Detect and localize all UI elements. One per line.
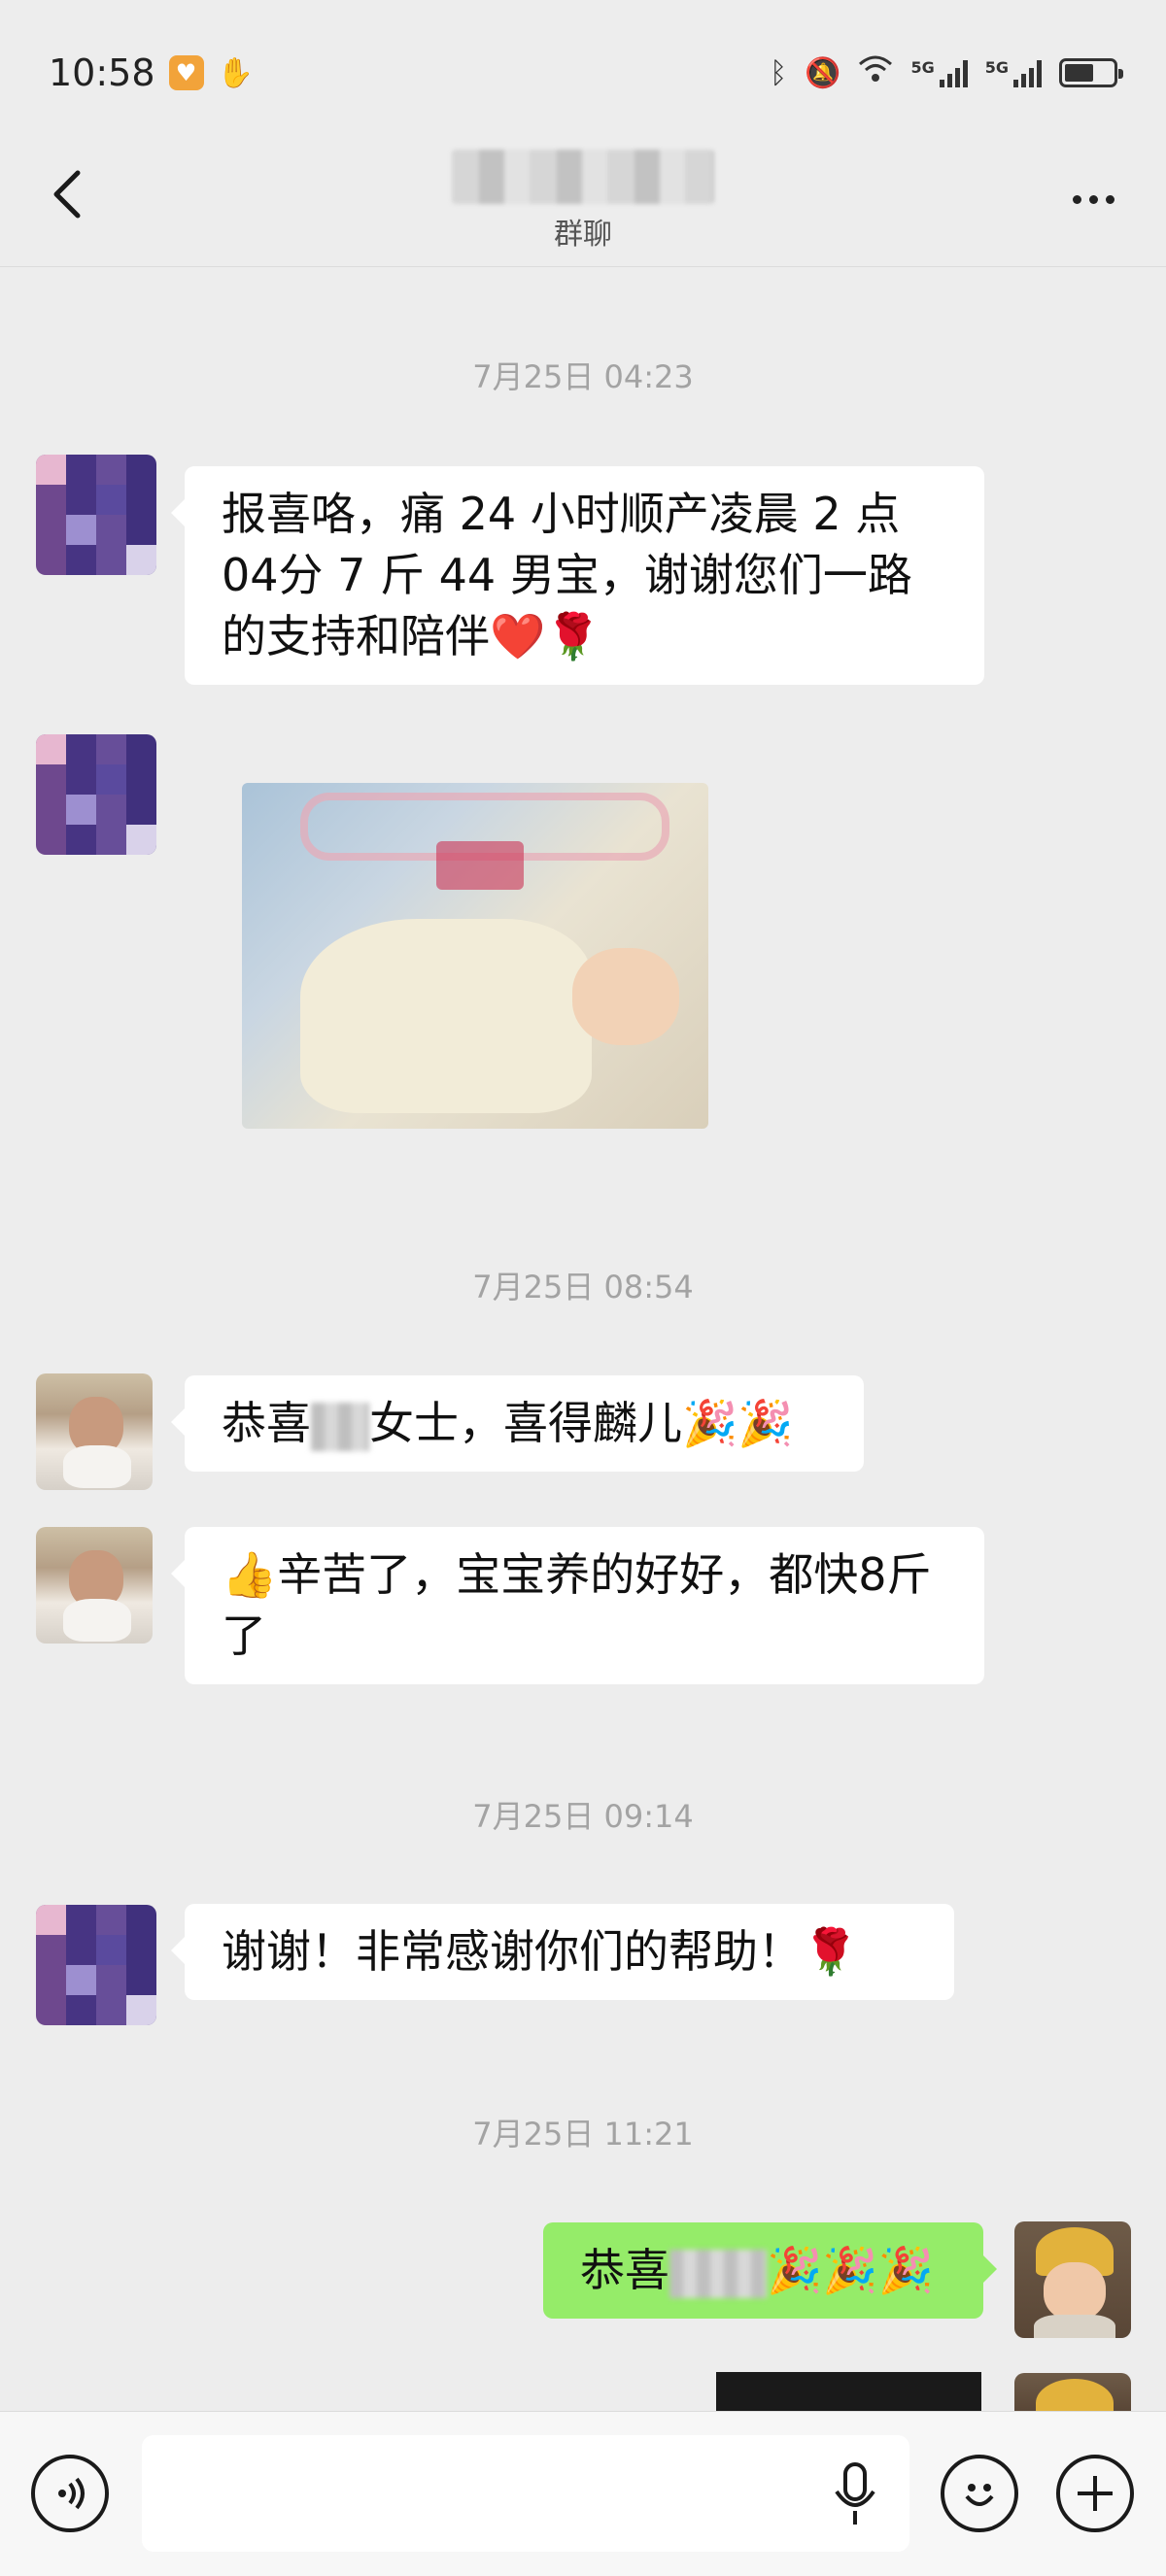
- timestamp: 7月25日 04:23: [472, 358, 694, 395]
- bluetooth-icon: ᛒ: [770, 55, 788, 90]
- message-bubble[interactable]: 👍辛苦了，宝宝养的好好，都快8斤了: [171, 1527, 984, 1684]
- chat-title: [452, 150, 714, 204]
- chevron-left-icon: [53, 170, 81, 219]
- message-text-suffix: 女士，喜得麟儿🎉🎉: [369, 1397, 794, 1449]
- chat-subtitle: 群聊: [554, 218, 612, 252]
- chat-header: 群聊: [0, 146, 1166, 267]
- wifi-icon: [858, 54, 893, 91]
- timestamp: 7月25日 08:54: [472, 1269, 694, 1305]
- battery-icon: [1059, 58, 1123, 87]
- avatar[interactable]: [36, 1373, 153, 1490]
- plus-button[interactable]: [1056, 2455, 1134, 2532]
- emoji-button[interactable]: [941, 2455, 1018, 2532]
- more-options-button[interactable]: [1059, 175, 1127, 223]
- mic-icon[interactable]: [831, 2460, 879, 2528]
- image-message-partial[interactable]: [716, 2372, 981, 2411]
- back-button[interactable]: [39, 165, 97, 223]
- notification-app-icon: ♥: [168, 55, 204, 90]
- title-wrap: 群聊: [452, 150, 714, 253]
- status-right: ᛒ 🔕 5G 5G: [770, 54, 1123, 91]
- avatar[interactable]: [36, 1527, 153, 1644]
- avatar[interactable]: [36, 1905, 156, 2025]
- redacted-name: [669, 2249, 767, 2298]
- message-text-suffix: 🎉🎉🎉: [767, 2244, 934, 2296]
- cell-signal-1-icon: 5G: [910, 58, 968, 87]
- voice-button[interactable]: [31, 2455, 109, 2532]
- input-bar: [0, 2411, 1166, 2576]
- more-dots-icon: [1072, 194, 1081, 204]
- message-bubble[interactable]: 谢谢！非常感谢你们的帮助！🌹: [171, 1904, 954, 2000]
- redacted-name: [311, 1402, 369, 1451]
- status-bar: 10:58 ♥ ✋ ᛒ 🔕 5G 5G: [0, 0, 1166, 146]
- image-message[interactable]: [242, 783, 708, 1129]
- my-avatar[interactable]: [1014, 2221, 1131, 2338]
- avatar[interactable]: [36, 734, 156, 855]
- message-text-prefix: 恭喜: [580, 2244, 669, 2296]
- timestamp: 7月25日 09:14: [472, 1798, 694, 1835]
- avatar[interactable]: [36, 455, 156, 575]
- message-bubble[interactable]: 恭喜 女士，喜得麟儿🎉🎉: [171, 1375, 864, 1472]
- plus-icon: [1078, 2476, 1113, 2511]
- message-text-prefix: 恭喜: [222, 1397, 311, 1449]
- hand-notification-icon: ✋: [217, 55, 254, 90]
- mute-icon: 🔕: [805, 55, 841, 90]
- my-avatar[interactable]: [1014, 2373, 1131, 2412]
- status-left: 10:58 ♥ ✋: [49, 51, 254, 94]
- voice-icon: [58, 2477, 85, 2510]
- cell-signal-2-icon: 5G: [985, 58, 1042, 87]
- timestamp: 7月25日 11:21: [472, 2116, 694, 2152]
- my-message-bubble[interactable]: 恭喜 🎉🎉🎉: [543, 2222, 997, 2319]
- emoji-icon: [965, 2484, 994, 2506]
- message-bubble[interactable]: 报喜咯，痛 24 小时顺产凌晨 2 点 04分 7 斤 44 男宝，谢谢您们一路…: [171, 466, 984, 685]
- status-time: 10:58: [49, 51, 155, 94]
- message-input[interactable]: [142, 2435, 909, 2552]
